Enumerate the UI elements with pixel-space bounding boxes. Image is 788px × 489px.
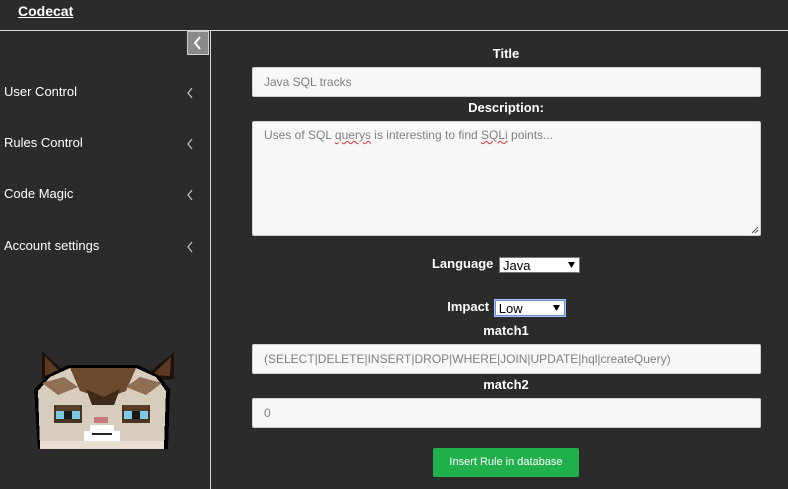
sidebar-item-label: Account settings bbox=[4, 238, 100, 253]
language-label: Language bbox=[431, 256, 494, 271]
title-input[interactable]: Java SQL tracks bbox=[252, 67, 761, 97]
language-select[interactable]: Java bbox=[499, 256, 581, 273]
language-row: Language Java bbox=[211, 256, 788, 273]
grumpy-cat-mascot-image bbox=[34, 351, 174, 449]
sidebar-item-account-settings[interactable]: Account settings bbox=[0, 231, 210, 261]
description-text: Uses of SQL bbox=[264, 128, 335, 142]
sidebar-item-label: Rules Control bbox=[4, 135, 83, 150]
chevron-left-icon bbox=[187, 138, 193, 150]
misspelled-word: SQLi bbox=[481, 128, 508, 142]
chevron-left-icon bbox=[187, 87, 193, 99]
rule-form: Title Java SQL tracks Description: Uses … bbox=[211, 31, 788, 489]
chevron-left-icon bbox=[193, 36, 201, 50]
chevron-left-icon bbox=[187, 189, 193, 201]
brand-link[interactable]: Codecat bbox=[18, 3, 73, 19]
sidebar-item-rules-control[interactable]: Rules Control bbox=[0, 128, 210, 158]
dropdown-arrow-icon bbox=[568, 261, 576, 268]
impact-row: Impact Low bbox=[211, 298, 788, 317]
description-textarea[interactable]: Uses of SQL querys is interesting to fin… bbox=[252, 121, 761, 236]
description-text: points... bbox=[507, 128, 554, 142]
sidebar-collapse-button[interactable] bbox=[187, 31, 209, 55]
match2-input[interactable]: 0 bbox=[252, 398, 761, 428]
sidebar-item-user-control[interactable]: User Control bbox=[0, 77, 210, 107]
impact-selected-value: Low bbox=[498, 300, 523, 316]
title-label: Title bbox=[492, 46, 520, 61]
impact-select[interactable]: Low bbox=[493, 298, 566, 317]
top-bar: Codecat bbox=[0, 0, 788, 31]
sidebar-item-code-magic[interactable]: Code Magic bbox=[0, 179, 210, 209]
match1-label: match1 bbox=[483, 323, 529, 338]
dropdown-arrow-icon bbox=[552, 304, 560, 311]
insert-rule-button[interactable]: Insert Rule in database bbox=[433, 448, 579, 477]
description-label: Description: bbox=[468, 100, 544, 115]
misspelled-word: querys bbox=[334, 128, 371, 142]
impact-label: Impact bbox=[447, 299, 490, 314]
sidebar: User Control Rules Control Code Magic Ac… bbox=[0, 31, 211, 489]
language-selected-value: Java bbox=[503, 257, 531, 273]
description-text: is interesting to find bbox=[370, 128, 482, 142]
resize-handle-icon[interactable] bbox=[750, 225, 759, 234]
match2-label: match2 bbox=[483, 377, 529, 392]
match1-input[interactable]: (SELECT|DELETE|INSERT|DROP|WHERE|JOIN|UP… bbox=[252, 344, 761, 374]
sidebar-item-label: Code Magic bbox=[4, 186, 74, 201]
sidebar-item-label: User Control bbox=[4, 84, 77, 99]
chevron-left-icon bbox=[187, 241, 193, 253]
